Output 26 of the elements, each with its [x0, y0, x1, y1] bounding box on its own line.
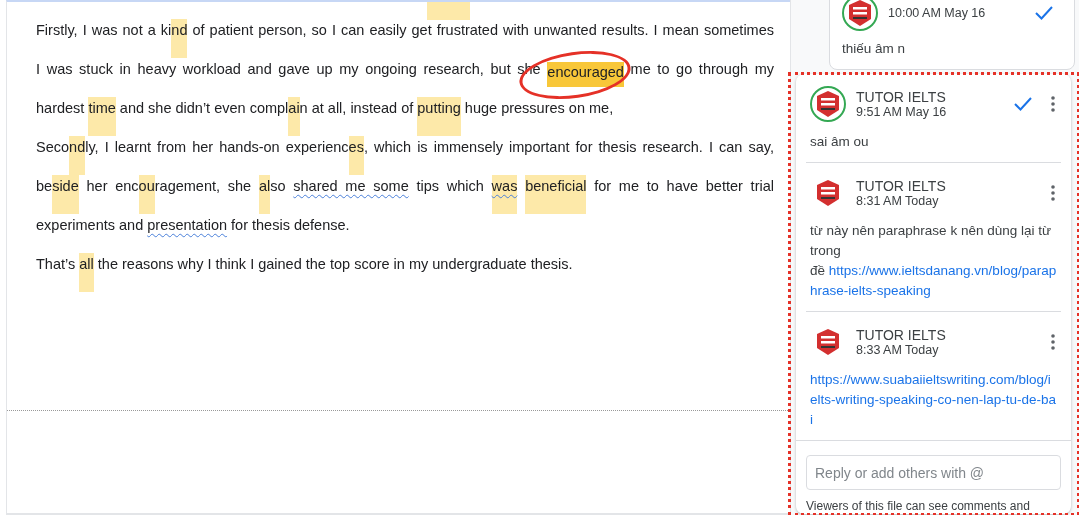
more-options-icon[interactable] — [1051, 96, 1055, 112]
comment-author: TUTOR IELTS — [856, 89, 947, 105]
footer-note: Viewers of this file can see comments and — [806, 498, 1031, 514]
highlight-mark — [427, 2, 470, 20]
reply-field[interactable]: Reply or add others with @ — [806, 455, 1061, 490]
resolve-check-icon[interactable] — [1034, 5, 1054, 21]
document-text-line: experiments and presentation for thesis defense. — [36, 216, 351, 235]
comment-text: sai âm ou — [810, 134, 869, 149]
comment-text: thiếu âm n — [842, 40, 907, 58]
document-text-line: That’s all the reasons why I think I gained the top score in my undergraduate thesis. — [36, 253, 774, 292]
resolve-check-icon[interactable] — [1013, 96, 1033, 112]
comment-time: 10:00 AM May 16 — [888, 6, 987, 20]
comment-author: TUTOR IELTS — [856, 327, 947, 343]
more-options-icon[interactable] — [1051, 185, 1055, 201]
document-text-line: hardest time and she didn’t even complain at all, instead of putting huge pressures on me, — [36, 97, 774, 136]
document-text-line: beside her encouragement, she also shared me some tips which was beneficial for me to have better trial — [36, 175, 774, 214]
comment-time: 9:51 AM May 16 — [856, 105, 948, 119]
comment-card[interactable]: 10:00 AM May 16 thiếu âm n — [829, 0, 1075, 70]
link[interactable]: https://www.suabaiieltswriting.com/blog/ielts-writing-speaking-co-nen-lap-tu-de-bai — [810, 370, 1057, 430]
comment-text: đề https://www.ieltsdanang.vn/blog/paraphrase-ielts-speaking — [810, 262, 1057, 300]
more-options-icon[interactable] — [1051, 334, 1055, 350]
document-text-line: Firstly, I was not a kind of patient person, so I can easily get frustrated with unwanted results. I mean sometimes — [36, 19, 774, 58]
comment-author: TUTOR IELTS — [856, 178, 947, 194]
comment-time: 8:31 AM Today — [856, 194, 940, 208]
document-text-line: Secondly, I learnt from her hands-on experiences, which is immensely important for thesis research. I can say, — [36, 136, 774, 175]
comment-time: 8:33 AM Today — [856, 343, 940, 357]
